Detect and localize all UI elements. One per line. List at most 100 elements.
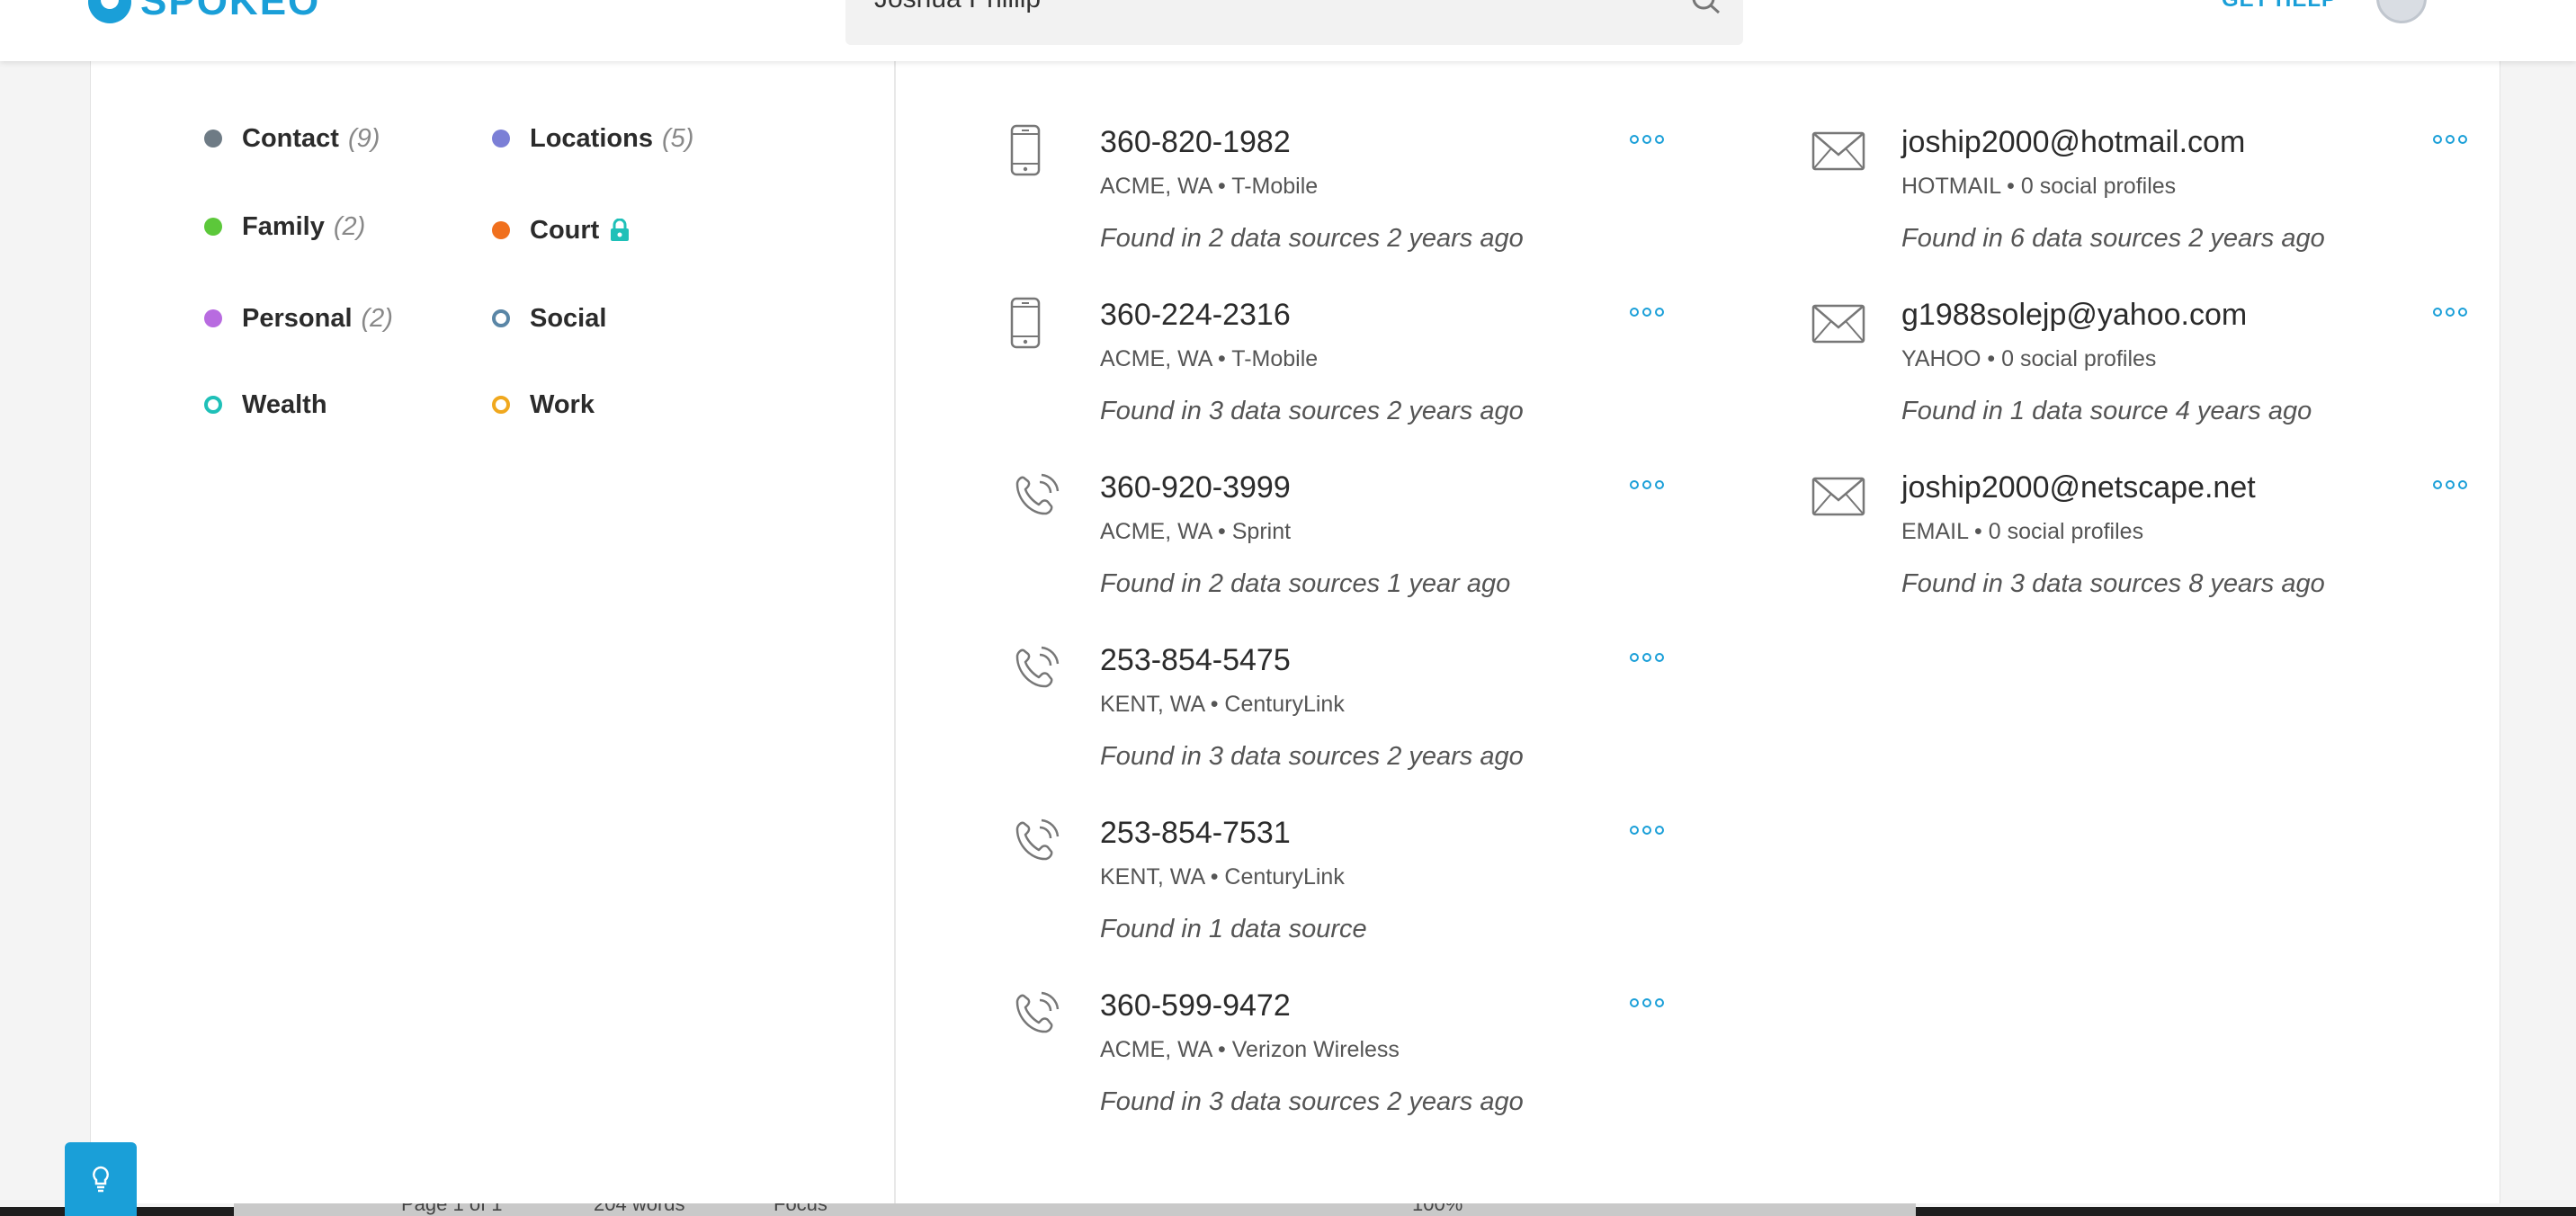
page-count: Page 1 of 1: [401, 1203, 503, 1215]
category-count: (9): [347, 123, 380, 153]
phone-carrier: Verizon Wireless: [1231, 1037, 1400, 1062]
phone-location: ACME, WA: [1100, 519, 1212, 544]
help-tips-button[interactable]: [65, 1142, 137, 1216]
more-options-icon[interactable]: [2433, 135, 2467, 144]
avatar[interactable]: [2376, 0, 2427, 23]
phone-number[interactable]: 360-599-9472: [1100, 988, 1291, 1024]
category-contact[interactable]: Contact (9): [204, 121, 380, 156]
phone-number[interactable]: 360-224-2316: [1100, 297, 1291, 333]
category-label: Personal: [242, 303, 353, 333]
page: SPOKEO Joshua Phillip GET HELP Contact (…: [0, 0, 2576, 1216]
email-provider: HOTMAIL: [1901, 174, 2001, 199]
search-box[interactable]: Joshua Phillip: [845, 0, 1743, 45]
phone-meta: ACME, WA • Verizon Wireless: [1100, 1037, 1400, 1062]
phone-location: ACME, WA: [1100, 174, 1212, 199]
category-label: Family: [242, 211, 325, 241]
envelope-icon: [1811, 304, 1865, 344]
search-input[interactable]: Joshua Phillip: [874, 0, 1041, 13]
more-options-icon[interactable]: [1630, 308, 1664, 317]
family-dot-icon: [204, 218, 222, 236]
email-address[interactable]: g1988solejp@yahoo.com: [1901, 297, 2247, 333]
phone-location: ACME, WA: [1100, 346, 1212, 371]
envelope-icon: [1811, 477, 1865, 516]
logo-text: SPOKEO: [140, 0, 321, 23]
get-help-link[interactable]: GET HELP: [2222, 0, 2337, 13]
logo-mark-icon: [88, 0, 131, 23]
email-provider: YAHOO: [1901, 346, 1981, 371]
word-count: 204 words: [594, 1203, 685, 1215]
category-label: Social: [530, 303, 607, 333]
phone-number[interactable]: 253-854-7531: [1100, 815, 1291, 851]
wealth-ring-icon: [204, 396, 222, 414]
found-text: Found in 3 data sources 8 years ago: [1901, 569, 2325, 598]
phone-location: KENT, WA: [1100, 692, 1204, 717]
court-dot-icon: [492, 221, 510, 239]
phone-meta: ACME, WA • T-Mobile: [1100, 174, 1319, 199]
category-label: Court: [530, 215, 600, 245]
phone-number[interactable]: 360-820-1982: [1100, 124, 1291, 160]
landline-phone-icon: [1015, 646, 1060, 688]
focus-mode[interactable]: Focus: [774, 1203, 827, 1216]
category-label: Locations: [530, 123, 653, 153]
found-text: Found in 2 data sources 2 years ago: [1100, 224, 1524, 253]
category-count: (2): [333, 211, 366, 241]
zoom-level[interactable]: 100%: [1412, 1203, 1462, 1216]
envelope-icon: [1811, 131, 1865, 171]
category-social[interactable]: Social: [492, 300, 606, 336]
category-count: (5): [661, 123, 694, 153]
email-address[interactable]: joship2000@netscape.net: [1901, 469, 2256, 505]
category-label: Work: [530, 389, 595, 419]
lock-icon: [611, 219, 630, 241]
phone-meta: ACME, WA • Sprint: [1100, 519, 1292, 544]
category-label: Contact: [242, 123, 339, 153]
phone-meta: KENT, WA • CenturyLink: [1100, 692, 1345, 717]
phone-number[interactable]: 360-920-3999: [1100, 469, 1291, 505]
top-header: SPOKEO Joshua Phillip GET HELP: [0, 0, 2576, 61]
email-social: 0 social profiles: [2001, 346, 2157, 371]
more-options-icon[interactable]: [1630, 135, 1664, 144]
social-ring-icon: [492, 309, 510, 327]
phone-carrier: CenturyLink: [1224, 864, 1345, 890]
mobile-phone-icon: [1010, 297, 1041, 349]
phone-meta: KENT, WA • CenturyLink: [1100, 864, 1345, 890]
phone-carrier: T-Mobile: [1231, 174, 1319, 199]
email-address[interactable]: joship2000@hotmail.com: [1901, 124, 2245, 160]
found-text: Found in 3 data sources 2 years ago: [1100, 742, 1524, 771]
phone-carrier: CenturyLink: [1224, 692, 1345, 717]
more-options-icon[interactable]: [1630, 480, 1664, 489]
phone-location: ACME, WA: [1100, 1037, 1212, 1062]
more-options-icon[interactable]: [2433, 480, 2467, 489]
spokeo-logo[interactable]: SPOKEO: [88, 0, 320, 23]
document-status-bar: Page 1 of 1 204 words Focus 100%: [234, 1203, 1916, 1216]
more-options-icon[interactable]: [1630, 998, 1664, 1007]
landline-phone-icon: [1015, 473, 1060, 515]
phone-location: KENT, WA: [1100, 864, 1204, 890]
column-divider: [894, 61, 896, 1203]
more-options-icon[interactable]: [1630, 826, 1664, 835]
category-wealth[interactable]: Wealth: [204, 387, 327, 423]
found-text: Found in 3 data sources 2 years ago: [1100, 1087, 1524, 1116]
category-count: (2): [361, 303, 393, 333]
found-text: Found in 1 data source 4 years ago: [1901, 397, 2312, 425]
category-locations[interactable]: Locations (5): [492, 121, 693, 156]
more-options-icon[interactable]: [1630, 653, 1664, 662]
search-icon[interactable]: [1691, 0, 1722, 14]
lightbulb-icon: [93, 1166, 109, 1193]
found-text: Found in 1 data source: [1100, 915, 1367, 943]
landline-phone-icon: [1015, 991, 1060, 1033]
email-social: 0 social profiles: [2020, 174, 2177, 199]
email-provider: EMAIL: [1901, 519, 1969, 544]
phone-number[interactable]: 253-854-5475: [1100, 642, 1291, 678]
category-personal[interactable]: Personal (2): [204, 300, 393, 336]
email-meta: HOTMAIL • 0 social profiles: [1901, 174, 2177, 199]
phone-meta: ACME, WA • T-Mobile: [1100, 346, 1319, 371]
mobile-phone-icon: [1010, 124, 1041, 176]
locations-dot-icon: [492, 130, 510, 148]
category-family[interactable]: Family (2): [204, 209, 365, 245]
category-work[interactable]: Work: [492, 387, 595, 423]
results-card: Contact (9) Locations (5) Family (2) Cou…: [90, 61, 2500, 1203]
found-text: Found in 6 data sources 2 years ago: [1901, 224, 2325, 253]
category-court[interactable]: Court: [492, 212, 630, 248]
more-options-icon[interactable]: [2433, 308, 2467, 317]
phone-carrier: T-Mobile: [1231, 346, 1319, 371]
